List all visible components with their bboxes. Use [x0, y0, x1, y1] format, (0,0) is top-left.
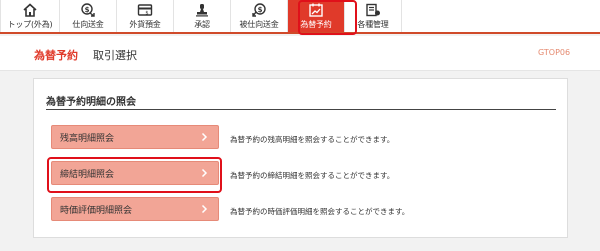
- panel-title: 為替予約明細の照会: [46, 97, 136, 108]
- nav-item-inward-remittance[interactable]: $ 被仕向送金: [231, 0, 288, 32]
- svg-text:$: $: [145, 11, 148, 17]
- calendar-chart-icon: [309, 3, 323, 17]
- nav-item-label: トップ(外為): [7, 20, 53, 29]
- dollar-arrow-icon: $: [81, 3, 95, 17]
- nav-item-label: 被仕向送金: [239, 20, 279, 29]
- home-icon: [23, 3, 37, 17]
- inquiry-panel: 為替予約明細の照会 残高明細照会 為替予約の残高明細を照会することができます。 …: [33, 78, 568, 238]
- chevron-right-icon: [201, 132, 208, 142]
- nav-item-label: 仕向送金: [72, 20, 104, 29]
- top-navigation: トップ(外為) $ 仕向送金 $ 外貨預金 承認 $ 被仕向送金 為替予約 各種…: [0, 0, 600, 34]
- nav-item-fx-contract[interactable]: 為替予約: [288, 0, 345, 32]
- nav-item-label: 為替予約: [300, 20, 332, 29]
- button-label: 締結明細照会: [60, 169, 115, 180]
- nav-item-label: 外貨預金: [129, 20, 161, 29]
- dollar-in-icon: $: [252, 3, 266, 17]
- page-header: 為替予約 取引選択 GTOP06: [0, 36, 600, 71]
- nav-item-outward-remittance[interactable]: $ 仕向送金: [60, 0, 117, 32]
- chevron-right-icon: [201, 204, 208, 214]
- svg-text:$: $: [258, 6, 263, 14]
- divider: [46, 109, 556, 110]
- balance-detail-inquiry-button[interactable]: 残高明細照会: [51, 125, 219, 149]
- nav-item-management[interactable]: 各種管理: [345, 0, 402, 32]
- button-label: 残高明細照会: [60, 133, 115, 144]
- stamp-icon: [196, 4, 208, 17]
- market-value-detail-inquiry-button[interactable]: 時価評価明細照会: [51, 197, 219, 221]
- step-label: 取引選択: [93, 49, 137, 62]
- menu-description: 為替予約の時価評価明細を照会することができます。: [230, 207, 410, 216]
- card-icon: $: [137, 4, 153, 17]
- chevron-right-icon: [201, 168, 208, 178]
- svg-text:$: $: [85, 6, 90, 14]
- nav-item-approval[interactable]: 承認: [174, 0, 231, 32]
- nav-item-foreign-deposit[interactable]: $ 外貨預金: [117, 0, 174, 32]
- menu-description: 為替予約の締結明細を照会することができます。: [230, 171, 395, 180]
- nav-item-top[interactable]: トップ(外為): [0, 0, 60, 32]
- button-label: 時価評価明細照会: [60, 205, 133, 216]
- management-icon: [366, 3, 380, 17]
- nav-item-label: 承認: [194, 20, 210, 29]
- screen-code: GTOP06: [538, 48, 571, 57]
- contract-detail-inquiry-button[interactable]: 締結明細照会: [51, 161, 219, 185]
- nav-item-label: 各種管理: [357, 20, 389, 29]
- menu-description: 為替予約の残高明細を照会することができます。: [230, 135, 395, 144]
- page-title: 為替予約: [34, 49, 78, 62]
